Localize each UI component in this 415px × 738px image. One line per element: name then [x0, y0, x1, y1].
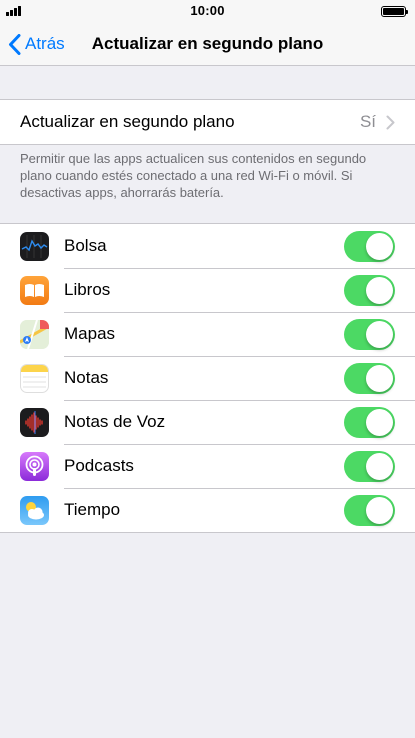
background-refresh-value: Sí	[359, 112, 376, 131]
list-item: Podcasts	[0, 444, 415, 488]
notes-icon	[20, 363, 49, 393]
status-time: 10:00	[190, 3, 225, 18]
toggle-switch[interactable]	[344, 494, 395, 526]
list-item: Notas	[0, 356, 415, 400]
toggle-switch[interactable]	[344, 274, 395, 306]
app-label: Bolsa	[64, 236, 107, 255]
background-refresh-row[interactable]: Actualizar en segundo plano Sí	[0, 100, 415, 144]
podcasts-icon	[20, 451, 49, 481]
list-item: Notas de Voz	[0, 400, 415, 444]
app-label: Podcasts	[64, 456, 134, 475]
battery-icon	[381, 6, 408, 17]
toggle-switch[interactable]	[344, 318, 395, 350]
voice-memos-icon	[20, 407, 49, 437]
toggle-switch[interactable]	[344, 406, 395, 438]
footer-description: Permitir que las apps actualicen sus con…	[20, 151, 367, 200]
app-label: Libros	[64, 280, 111, 299]
app-label: Notas	[64, 368, 109, 387]
app-label: Notas de Voz	[64, 412, 166, 431]
list-item: Tiempo	[0, 488, 415, 532]
navigation-bar: Atrás Actualizar en segundo plano	[0, 22, 415, 66]
toggle-switch[interactable]	[344, 230, 395, 262]
app-list: Bolsa Libros Mapas Notas Notas de Voz Po…	[0, 223, 415, 533]
list-item: Bolsa	[0, 224, 415, 268]
app-label: Tiempo	[64, 500, 121, 519]
chevron-right-icon	[386, 115, 395, 129]
background-refresh-label: Actualizar en segundo plano	[20, 112, 235, 131]
stocks-icon	[20, 231, 49, 261]
toggle-switch[interactable]	[344, 450, 395, 482]
maps-icon	[20, 319, 49, 349]
list-item: Mapas	[0, 312, 415, 356]
app-label: Mapas	[64, 324, 116, 343]
weather-icon	[20, 495, 49, 525]
status-bar: 10:00	[0, 0, 415, 22]
main-setting-group: Actualizar en segundo plano Sí	[0, 99, 415, 145]
books-icon	[20, 275, 49, 305]
page-title: Actualizar en segundo plano	[91, 34, 324, 53]
list-item: Libros	[0, 268, 415, 312]
toggle-switch[interactable]	[344, 362, 395, 394]
